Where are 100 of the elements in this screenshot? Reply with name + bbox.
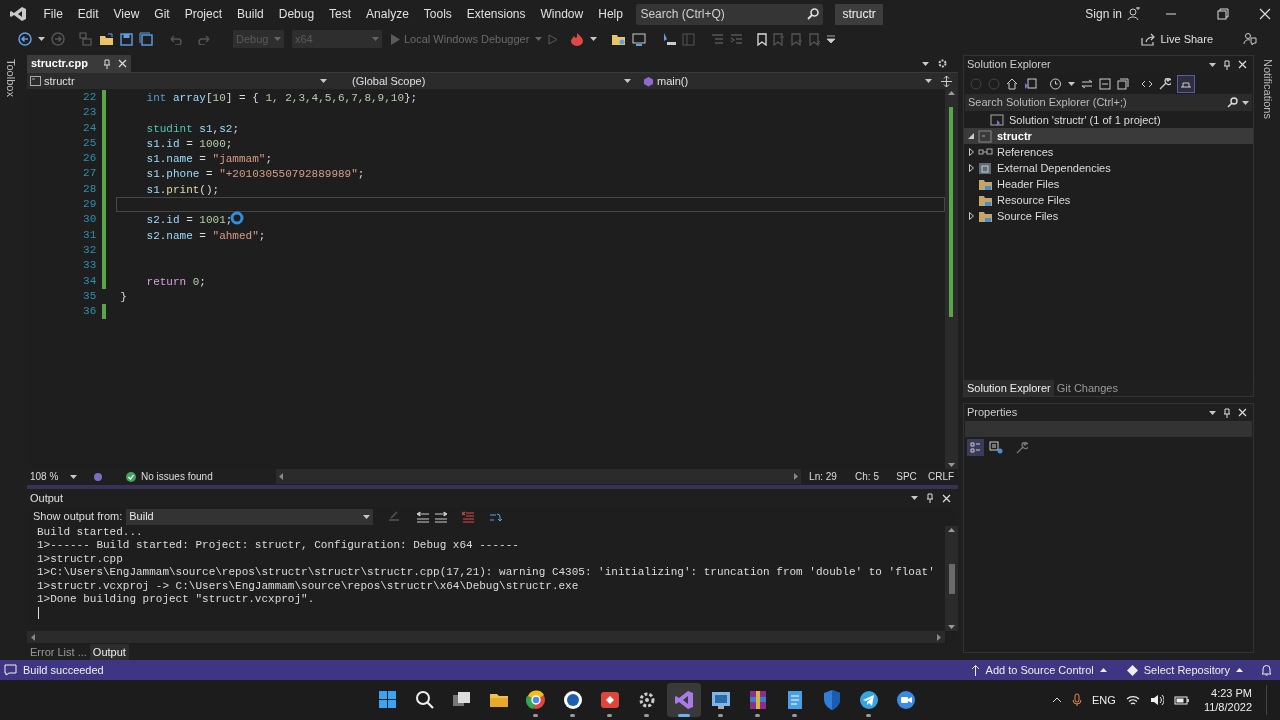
menu-item[interactable]: Window (533, 5, 591, 23)
output-source-dropdown[interactable]: Build (126, 508, 374, 525)
pin-icon[interactable] (1223, 59, 1231, 70)
pin-icon[interactable] (101, 58, 112, 69)
live-share-button[interactable]: Live Share (1141, 30, 1213, 48)
home-icon[interactable] (1006, 77, 1018, 90)
close-icon[interactable] (1238, 60, 1247, 69)
scroll-up-icon[interactable] (948, 528, 955, 532)
collapsed-arrow-icon[interactable] (968, 164, 974, 172)
menu-item[interactable]: Test (321, 5, 359, 23)
caret-icon[interactable] (590, 37, 598, 41)
restore-icon[interactable] (1217, 8, 1229, 20)
infinity-app-icon[interactable] (672, 689, 695, 711)
menu-item[interactable]: Extensions (459, 5, 534, 23)
monitor-icon[interactable] (709, 689, 732, 711)
property-pages-icon[interactable] (989, 441, 1003, 454)
switch-views-icon[interactable] (1024, 77, 1037, 90)
pin-icon[interactable] (1223, 407, 1231, 418)
scroll-thumb[interactable] (948, 563, 955, 594)
cursor-icon[interactable] (662, 32, 677, 46)
caret-icon[interactable] (320, 79, 327, 83)
panel-tab[interactable]: Git Changes (1053, 380, 1121, 396)
share-icon[interactable] (1141, 32, 1156, 46)
vertical-scrollbar[interactable] (945, 526, 958, 631)
word-wrap-icon[interactable] (489, 510, 503, 523)
tree-item[interactable]: Solution 'structr' (1 of 1 project) (964, 112, 1253, 128)
microphone-icon[interactable] (1072, 693, 1083, 707)
clock-date[interactable]: 11/8/2022 (1203, 700, 1252, 714)
wrench-icon[interactable] (1159, 77, 1171, 90)
chevron-up-icon[interactable] (1052, 697, 1063, 703)
up-arrow-icon[interactable] (970, 664, 980, 676)
repository-button[interactable]: Select Repository (1126, 661, 1243, 679)
code-icon[interactable] (1141, 79, 1153, 88)
bookmark-icon[interactable] (757, 32, 768, 46)
diamond-icon[interactable] (1126, 664, 1138, 676)
scroll-up-icon[interactable] (948, 91, 956, 95)
clock-icon[interactable] (1049, 77, 1062, 90)
search-icon[interactable] (807, 8, 820, 20)
search-field[interactable]: Search Solution Explorer (Ctrl+;) (965, 94, 1252, 111)
clear-all-icon[interactable] (462, 510, 476, 523)
caret-icon[interactable] (911, 496, 918, 500)
pin-icon[interactable] (926, 493, 934, 503)
window-icon[interactable] (632, 32, 647, 46)
project-dropdown[interactable]: structr (27, 73, 330, 89)
menu-item[interactable]: Help (590, 5, 631, 23)
status-text[interactable]: CRLF (924, 469, 958, 485)
caret-icon[interactable] (925, 79, 932, 83)
camera-icon[interactable] (894, 689, 917, 711)
expanded-arrow-icon[interactable] (968, 133, 974, 139)
panel-tab[interactable]: Solution Explorer (964, 380, 1054, 396)
caret-icon[interactable] (38, 37, 45, 41)
diamond-app-icon[interactable] (598, 689, 621, 711)
menu-item[interactable]: Build (229, 5, 272, 23)
tree-item[interactable]: External Dependencies (964, 160, 1253, 176)
member-dropdown[interactable]: main() (640, 73, 935, 89)
source-control-button[interactable]: Add to Source Control (970, 661, 1107, 679)
settings-icon[interactable] (937, 58, 948, 69)
horizontal-scrollbar[interactable] (276, 469, 801, 485)
preview-toggle[interactable] (1177, 74, 1195, 93)
caret-icon[interactable] (70, 474, 78, 479)
caret-icon[interactable] (1209, 410, 1216, 415)
menu-item[interactable]: Analyze (358, 5, 417, 23)
battery-icon[interactable] (1173, 695, 1190, 705)
menu-item[interactable]: Edit (70, 5, 107, 23)
caret-icon[interactable] (922, 61, 929, 66)
menu-item[interactable]: Debug (271, 5, 322, 23)
circle-app-icon[interactable] (561, 689, 584, 711)
zoom-dropdown[interactable]: 108 % (27, 469, 93, 485)
scope-dropdown[interactable]: (Global Scope) (345, 73, 634, 89)
back-icon[interactable] (18, 32, 32, 46)
vertical-scrollbar[interactable] (945, 89, 958, 470)
close-icon[interactable] (1259, 8, 1271, 20)
search-icon[interactable] (1227, 97, 1238, 108)
horizontal-scrollbar[interactable] (27, 631, 945, 643)
scroll-down-icon[interactable] (948, 625, 955, 629)
bell-icon[interactable] (1261, 664, 1272, 676)
menu-item[interactable]: Project (177, 5, 230, 23)
tree-item[interactable]: Source Files (964, 208, 1253, 224)
status-text[interactable]: Ch: 5 (845, 469, 889, 485)
split-icon[interactable] (941, 75, 952, 87)
feedback-icon[interactable] (1243, 32, 1257, 46)
caret-icon[interactable] (1209, 62, 1216, 67)
close-icon[interactable] (1238, 408, 1247, 417)
tree-item[interactable]: Header Files (964, 176, 1253, 192)
next-message-icon[interactable] (434, 510, 449, 523)
caret-icon[interactable] (1099, 668, 1107, 672)
flame-icon[interactable] (570, 32, 585, 46)
scroll-left-icon[interactable] (279, 473, 283, 481)
sync-icon[interactable] (1081, 78, 1093, 89)
menu-item[interactable]: File (36, 5, 71, 23)
toolbox-tab[interactable]: Toolbox (2, 59, 20, 97)
preview-icon[interactable] (1180, 79, 1192, 88)
menu-item[interactable]: Git (146, 5, 178, 23)
caret-icon[interactable] (624, 79, 631, 83)
close-icon[interactable] (942, 493, 951, 503)
caret-icon[interactable] (1242, 100, 1249, 105)
paper-plane-icon[interactable] (857, 689, 880, 711)
tree-item[interactable]: structr (964, 128, 1253, 144)
notifications-tab[interactable]: Notifications (1259, 59, 1277, 119)
overflow-icon[interactable] (827, 35, 836, 43)
